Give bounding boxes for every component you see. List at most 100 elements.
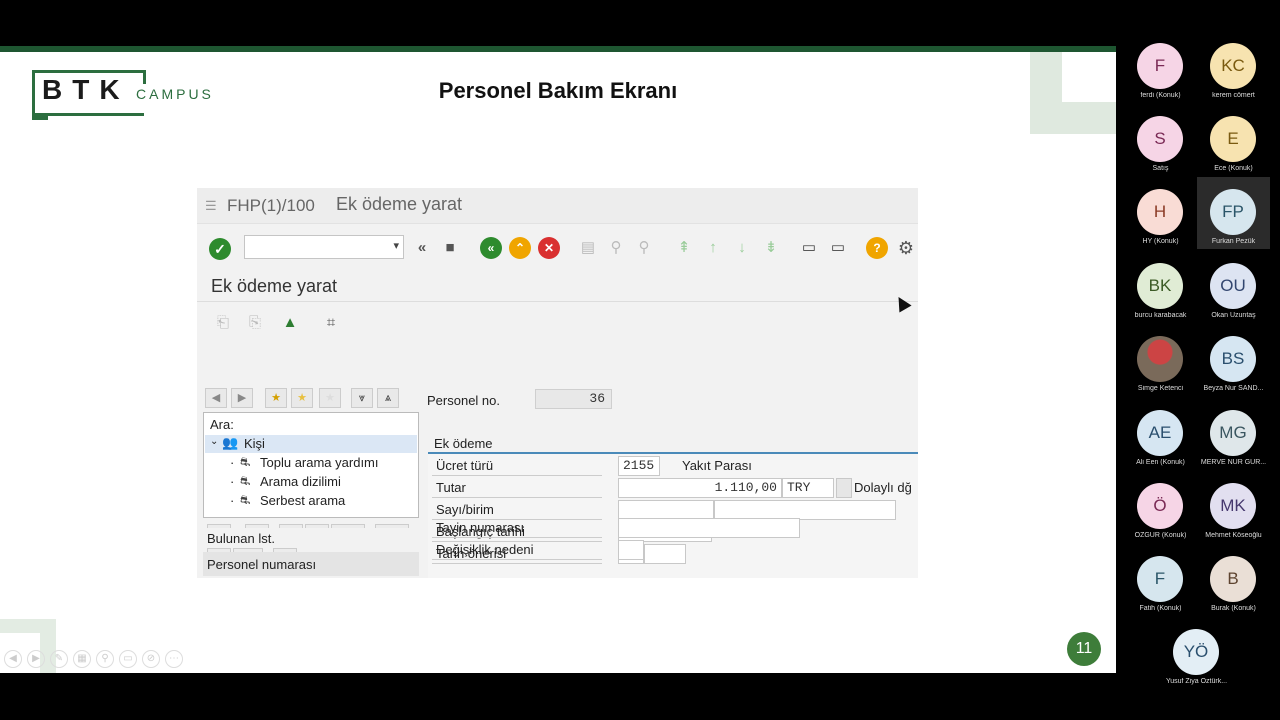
add-favorite-icon[interactable]: ★ [265,388,287,408]
find-icon[interactable]: ⚲ [605,237,627,259]
avatar: H [1137,189,1183,235]
assignment-no-field[interactable] [618,518,800,538]
collapse-icon[interactable]: ⩓ [377,388,399,408]
object-manager-toolbar: ◀ ▶ ★ ★ ★ ⩔ ⩓ [203,384,419,410]
sap-system-toolbar: ✓ ▾ « ■ « ⌃ ✕ ▤ ⚲ ⚲ ⇞ ↑ ↓ ⇟ ▭ ▭ ? ⚙ [197,228,918,266]
save-icon[interactable]: ■ [439,237,461,259]
participant-name: burcu karabacak [1134,312,1187,319]
chevron-down-icon[interactable]: ▾ [393,239,399,252]
profile-photo [1137,336,1183,382]
shortcut-icon[interactable]: ▭ [827,237,849,259]
participant-tile[interactable]: Ö ÖZGÜR (Konuk) [1124,480,1197,550]
pen-icon[interactable]: ✎ [50,650,68,668]
participant-name: Burak (Konuk) [1211,605,1256,612]
participant-tile[interactable]: F ferdi (Konuk) [1124,40,1197,110]
zoom-icon[interactable]: ⚲ [96,650,114,668]
participant-name: Fatih (Konuk) [1139,605,1182,612]
more-options-icon[interactable]: ⋯ [165,650,183,668]
picture-icon[interactable]: ▲ [279,312,301,334]
next-page-icon[interactable]: ↓ [731,237,753,259]
search-label: Ara: [210,417,234,432]
participant-name: Furkan Pezük [1211,238,1256,245]
next-slide-icon[interactable]: ▶ [27,650,45,668]
sap-title-bar: ☰ FHP(1)/100 Ek ödeme yarat [197,188,918,224]
participant-name: MERVE NUR GÜR... [1200,459,1267,466]
meeting-stage: BTK CAMPUS Personel Bakım Ekranı ☰ FHP(1… [0,0,1280,720]
previous-record-icon[interactable]: ⎗ [212,312,234,334]
command-field[interactable]: ▾ [244,235,404,259]
enter-check-icon[interactable]: ✓ [209,238,231,260]
participant-tile[interactable]: AE Ali Een (Konuk) [1124,407,1197,477]
next-record-icon[interactable]: ⎘ [244,312,266,334]
participant-tile[interactable]: H HY (Konuk) [1124,186,1197,256]
avatar: MG [1210,410,1256,456]
new-session-icon[interactable]: ▭ [798,237,820,259]
participant-tile[interactable]: S Satış [1124,113,1197,183]
participant-tile[interactable]: F Fatih (Konuk) [1124,553,1197,623]
participant-tile-active[interactable]: FP Furkan Pezük [1197,177,1270,249]
print-icon[interactable]: ▤ [577,237,599,259]
participant-tile[interactable]: KC kerem cömert [1197,40,1270,110]
indirect-checkbox[interactable] [836,478,852,498]
remove-favorite-icon[interactable]: ★ [319,388,341,408]
participant-name: Okan Uzuntaş [1211,312,1256,319]
tree-item-search-term[interactable]: Arama dizilimi [260,474,341,489]
column-header-row[interactable]: Personel numarası [203,552,419,576]
find-next-icon[interactable]: ⚲ [633,237,655,259]
participant-name: HY (Konuk) [1142,238,1179,245]
slide-top-bar [0,46,1116,52]
camera-off-icon[interactable]: ⊘ [142,650,160,668]
chevron-down-icon[interactable]: ⌄ [210,436,218,447]
participant-tile[interactable]: E Ece (Konuk) [1197,113,1270,183]
favorite-icon[interactable]: ★ [291,388,313,408]
avatar: MK [1210,483,1256,529]
participant-tile[interactable]: MK Mehmet Köseoğlu [1197,480,1270,550]
screen-heading: Ek ödeme yarat [211,276,338,296]
tree-item-mass-search[interactable]: Toplu arama yardımı [260,455,379,470]
participant-tile[interactable]: B Burak (Konuk) [1197,553,1270,623]
participant-name: ÖZGÜR (Konuk) [1134,532,1187,539]
avatar: S [1137,116,1183,162]
participant-name: Ali Een (Konuk) [1136,459,1185,466]
avatar: F [1137,556,1183,602]
tree-item-kisi[interactable]: Kişi [244,436,265,451]
cancel-icon[interactable]: ✕ [538,237,560,259]
subtitles-icon[interactable]: ▭ [119,650,137,668]
previous-page-icon[interactable]: ↑ [702,237,724,259]
found-list-label: Bulunan lst. [207,531,275,546]
participant-tile[interactable]: BS Beyza Nur SAND... [1197,333,1270,403]
participant-tile[interactable]: MG MERVE NUR GÜR... [1197,407,1270,477]
amount-label: Tutar [436,480,466,495]
avatar: YÖ [1173,629,1219,675]
group-header: Ek ödeme [428,434,918,454]
previous-slide-icon[interactable]: ◀ [4,650,22,668]
bullet: · [230,474,235,489]
settings-gear-icon[interactable]: ⚙ [895,237,917,259]
expand-icon[interactable]: ⩔ [351,388,373,408]
exit-icon[interactable]: ⌃ [509,237,531,259]
first-page-icon[interactable]: ⇞ [673,237,695,259]
back-icon[interactable]: « [480,237,502,259]
structure-icon[interactable]: ⌗ [320,312,342,334]
currency-field[interactable]: TRY [782,478,834,498]
slides-grid-icon[interactable]: ▦ [73,650,91,668]
forward-arrow-icon[interactable]: ▶ [231,388,253,408]
avatar: BS [1210,336,1256,382]
participants-panel: F ferdi (Konuk) KC kerem cömert S Satış … [1116,0,1280,720]
back-arrow-icon[interactable]: ◀ [205,388,227,408]
participant-tile[interactable]: YÖ Yusuf Ziya Öztürk... [1160,626,1233,696]
sap-window-title: Ek ödeme yarat [336,194,463,214]
menu-icon[interactable]: ☰ [205,198,217,214]
wage-type-field[interactable]: 2155 [618,456,660,476]
avatar: F [1137,43,1183,89]
amount-field[interactable]: 1.110,00 [618,478,782,498]
change-reason-field[interactable] [618,540,644,560]
help-icon[interactable]: ? [866,237,888,259]
collapse-left-icon[interactable]: « [411,237,433,259]
last-page-icon[interactable]: ⇟ [760,237,782,259]
participant-tile[interactable]: Simge Ketenci [1124,333,1197,403]
participant-tile[interactable]: BK burcu karabacak [1124,260,1197,330]
divider [197,301,918,302]
personnel-number-column-header: Personel numarası [207,557,317,572]
participant-tile[interactable]: OU Okan Uzuntaş [1197,260,1270,330]
